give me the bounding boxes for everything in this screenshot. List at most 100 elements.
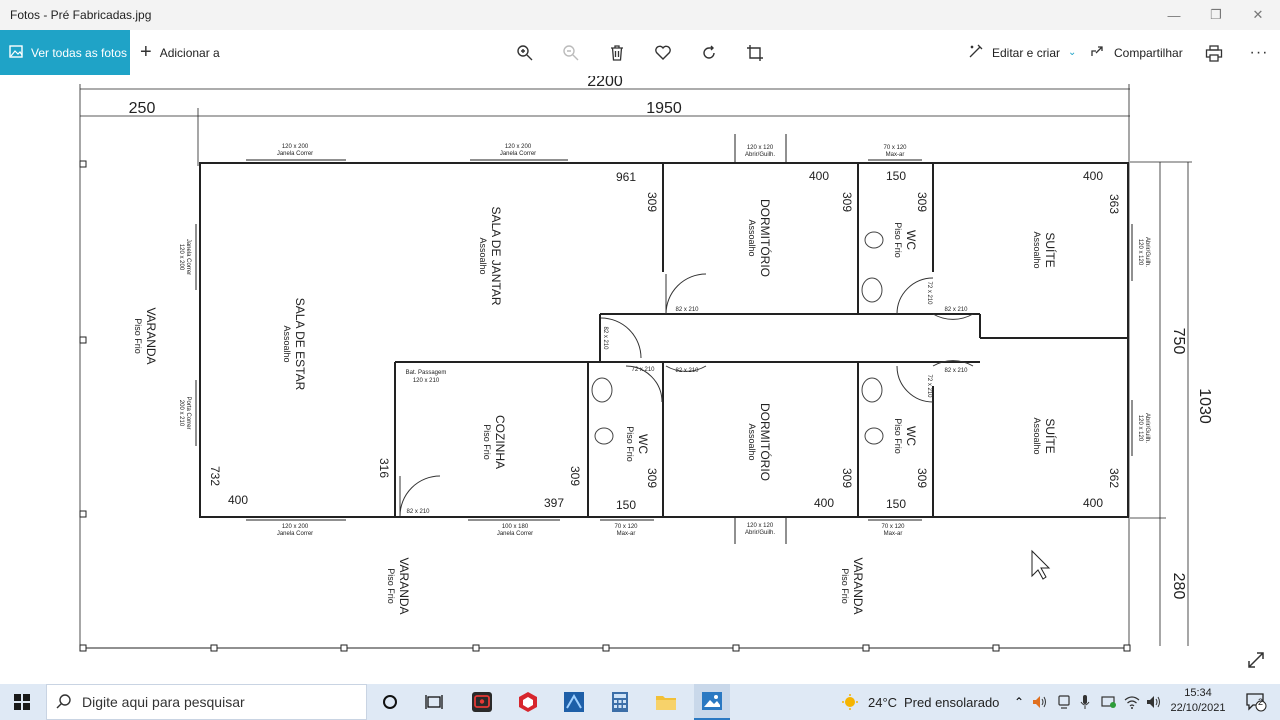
door-size-2: 82 x 210 <box>944 307 968 313</box>
window-type-7: Max-ar <box>617 531 636 537</box>
fullscreen-icon[interactable] <box>1246 650 1268 672</box>
room-suite-top: SUÍTE <box>1043 232 1058 267</box>
room-suite-top-floor: Assoalho <box>1032 231 1042 268</box>
window-type-10: Janela Correr <box>185 239 191 275</box>
room-varanda-bottom-left-floor: Piso Frio <box>386 568 396 604</box>
room-varanda-bottom-left: VARANDA <box>397 557 411 614</box>
file-explorer-icon[interactable] <box>648 684 684 720</box>
dim-400-b: 400 <box>1083 169 1103 183</box>
window-size-10: 120 x 200 <box>178 244 184 271</box>
minimize-icon[interactable]: — <box>1154 0 1194 30</box>
edit-wand-icon <box>968 43 984 62</box>
room-varanda-bottom-right: VARANDA <box>851 557 865 614</box>
window-type-12: Abrir/Guilh. <box>1144 413 1150 443</box>
all-photos-button[interactable]: Ver todas as fotos <box>0 30 130 75</box>
add-to-label: Adicionar a <box>159 45 220 60</box>
sketchup-icon[interactable] <box>510 684 546 720</box>
dim-400-d: 400 <box>814 496 834 510</box>
taskbar-clock[interactable]: 15:34 22/10/2021 <box>1166 686 1230 716</box>
delete-icon[interactable] <box>604 40 630 66</box>
app-icon[interactable] <box>556 684 592 720</box>
room-sala-estar-floor: Assoalho <box>282 325 292 362</box>
taskbar-search[interactable]: Digite aqui para pesquisar <box>46 684 367 720</box>
window-type-4: Max-ar <box>886 152 905 158</box>
room-dormitorio-bottom: DORMITÓRIO <box>758 403 773 481</box>
door-size-8: 82 x 210 <box>944 368 968 374</box>
title-bar: Fotos - Pré Fabricadas.jpg — ❐ ✕ <box>0 0 1280 30</box>
share-label: Compartilhar <box>1114 45 1183 60</box>
dim-316: 316 <box>377 458 391 478</box>
dim-309-c: 309 <box>915 192 929 212</box>
room-wc-bottom-left-floor: Piso Frio <box>625 426 635 462</box>
dim-right-top: 750 <box>1170 328 1187 355</box>
rotate-icon[interactable] <box>696 40 722 66</box>
wifi-icon[interactable] <box>1122 684 1142 720</box>
add-to-button[interactable]: + Adicionar a <box>140 30 220 75</box>
device-icon[interactable] <box>1054 684 1074 720</box>
window-size-8: 120 x 120 <box>747 523 774 529</box>
zoom-in-icon[interactable] <box>512 40 538 66</box>
window-title: Fotos - Pré Fabricadas.jpg <box>10 8 152 22</box>
room-cozinha-floor: Piso Frio <box>482 424 492 460</box>
dim-150-a: 150 <box>886 169 906 183</box>
weather-temp[interactable]: 24°C <box>868 684 897 720</box>
zoom-out-icon[interactable] <box>558 40 584 66</box>
crop-icon[interactable] <box>742 40 768 66</box>
room-wc-top: WC <box>904 230 918 250</box>
mouse-cursor-icon <box>1031 549 1051 580</box>
windows-start-icon[interactable] <box>0 684 44 720</box>
door-type-10: Porta Correr <box>185 396 191 429</box>
cortana-icon[interactable] <box>372 684 408 720</box>
photo-toolbar: Ver todas as fotos + Adicionar a Editar … <box>0 30 1280 76</box>
edit-create-label: Editar e criar <box>992 45 1061 60</box>
photos-icon[interactable] <box>694 684 730 720</box>
room-sala-jantar: SALA DE JANTAR <box>489 206 503 305</box>
favorite-icon[interactable] <box>650 40 676 66</box>
screen-recorder-icon[interactable] <box>464 684 500 720</box>
room-varanda-bottom-right-floor: Piso Frio <box>840 568 850 604</box>
edit-create-button[interactable]: Editar e criar ⌄ <box>968 30 1076 75</box>
share-button[interactable]: Compartilhar <box>1090 30 1183 75</box>
notification-count: 2 <box>1258 697 1264 707</box>
window-type-3: Abrir/Guilh. <box>745 152 775 158</box>
passage-label: Bat. Passagem <box>406 370 447 376</box>
weather-sun-icon[interactable] <box>838 684 862 720</box>
floor-plan: 2200 250 1950 750 1030 280 SALA DE JANTA… <box>79 76 1213 652</box>
window-type-5: Janela Correr <box>277 531 313 537</box>
dim-397: 397 <box>544 496 564 510</box>
dim-961: 961 <box>616 170 636 184</box>
close-icon[interactable]: ✕ <box>1238 0 1278 30</box>
tray-chevron-up-icon[interactable]: ⌃ <box>1010 684 1028 720</box>
room-dormitorio-bottom-floor: Assoalho <box>747 423 757 460</box>
room-suite-bottom-floor: Assoalho <box>1032 417 1042 454</box>
dim-left-width: 250 <box>129 100 156 117</box>
more-icon[interactable]: ··· <box>1246 40 1272 66</box>
print-icon[interactable] <box>1201 40 1227 66</box>
security-icon[interactable] <box>1098 684 1120 720</box>
door-size-3: 72 x 210 <box>926 281 932 305</box>
window-size-1: 120 x 200 <box>282 144 309 150</box>
door-size-6: 82 x 210 <box>675 368 699 374</box>
notifications-icon[interactable]: 2 <box>1236 684 1276 720</box>
passage-size: 120 x 210 <box>413 378 440 384</box>
clock-time: 15:34 <box>1184 687 1212 699</box>
chevron-down-icon: ⌄ <box>1068 47 1077 58</box>
door-size-1: 82 x 210 <box>675 307 699 313</box>
window-type-1: Janela Correr <box>277 151 313 157</box>
microphone-icon[interactable] <box>1076 684 1094 720</box>
speaker-icon[interactable] <box>1144 684 1164 720</box>
clock-date: 22/10/2021 <box>1170 702 1226 714</box>
window-size-6: 100 x 180 <box>502 524 529 530</box>
dim-total-width: 2200 <box>587 76 623 90</box>
task-view-icon[interactable] <box>416 684 452 720</box>
door-size-10: 200 x 210 <box>178 400 184 427</box>
door-size-4: 82 x 210 <box>602 326 608 350</box>
room-varanda-left-floor: Piso Frio <box>133 318 143 354</box>
volume-icon[interactable] <box>1030 684 1050 720</box>
calculator-icon[interactable] <box>602 684 638 720</box>
door-size-7: 72 x 210 <box>926 374 932 398</box>
window-size-4: 70 x 120 <box>883 145 907 151</box>
maximize-icon[interactable]: ❐ <box>1196 0 1236 30</box>
window-size-12: 120 x 120 <box>1137 415 1143 442</box>
weather-desc[interactable]: Pred ensolarado <box>904 684 999 720</box>
